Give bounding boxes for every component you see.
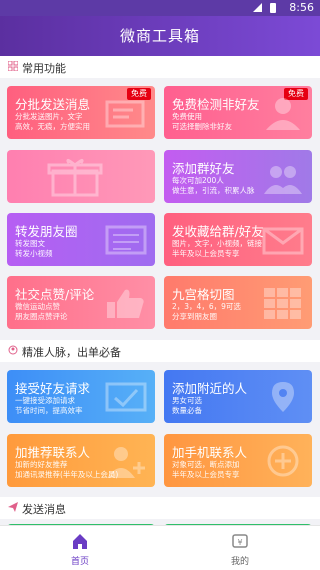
- card-title: 加手机联系人: [172, 445, 248, 460]
- section-precise-contacts: 精准人脉，出单必备: [0, 340, 320, 362]
- wallet-icon: ¥: [232, 534, 248, 548]
- bottom-navigation: 首页 ¥ 我的: [0, 525, 320, 570]
- gift-icon: [47, 158, 103, 197]
- nav-mine-label: 我的: [230, 557, 249, 567]
- card-subtitle: 图片，文字，小视频，链接 半年及以上会员专享: [172, 239, 262, 258]
- card-subtitle: 转发图文 转发小视频: [15, 239, 53, 258]
- card-subtitle: 男女可选 数量必备: [172, 396, 202, 415]
- card-subtitle: 一键接受添加请求 节省时间，提高效率: [15, 396, 83, 415]
- card-social-like[interactable]: 社交点赞/评论 微信运动点赞 朋友圈点赞评论: [7, 276, 155, 329]
- card-title: 发收藏给群/好友: [172, 224, 264, 239]
- grid-icon: [8, 61, 18, 71]
- card-add-nearby[interactable]: 添加附近的人 男女可选 数量必备: [164, 370, 312, 423]
- main-content[interactable]: 常用功能 免费 分批发送消息 分批发送图片，文字 高效，无痕，方便实用 免费 免…: [0, 56, 320, 525]
- card-batch-send[interactable]: 免费 分批发送消息 分批发送图片，文字 高效，无痕，方便实用: [7, 86, 155, 139]
- section-label: 精准人脉，出单必备: [22, 346, 121, 359]
- card-subtitle: 2，3，4，6，9可选 分享到朋友圈: [172, 302, 241, 321]
- status-time: 8:56: [289, 1, 314, 14]
- card-nine-grid[interactable]: 九宫格切图 2，3，4，6，9可选 分享到朋友圈: [164, 276, 312, 329]
- card-send-favorites[interactable]: 发收藏给群/好友 图片，文字，小视频，链接 半年及以上会员专享: [164, 213, 312, 266]
- card-add-phone-contacts[interactable]: 加手机联系人 对象可选，断点添加 半年及以上会员专享: [164, 434, 312, 487]
- card-title: 分批发送消息: [15, 97, 91, 112]
- home-icon: [73, 534, 87, 549]
- section-label: 发送消息: [22, 503, 66, 516]
- card-gift[interactable]: [7, 150, 155, 203]
- card-subtitle: 加新的好友推荐 加通讯录推荐(半年及以上会员): [15, 460, 119, 479]
- card-subtitle: 每次可加200人 做生意，引流，积累人脉: [172, 176, 255, 195]
- card-title: 转发朋友圈: [15, 224, 78, 239]
- svg-text:¥: ¥: [237, 538, 242, 547]
- section-common-functions: 常用功能: [0, 56, 320, 78]
- card-title: 接受好友请求: [15, 381, 91, 396]
- card-add-recommended[interactable]: 加推荐联系人 加新的好友推荐 加通讯录推荐(半年及以上会员): [7, 434, 155, 487]
- card-title: 九宫格切图: [172, 287, 235, 302]
- page-title: 微商工具箱: [119, 27, 200, 45]
- card-subtitle: 免费使用 可选择删除非好友: [172, 112, 232, 131]
- status-bar: 8:56: [0, 0, 320, 16]
- card-title: 加推荐联系人: [15, 445, 91, 460]
- card-forward-moments[interactable]: 转发朋友圈 转发图文 转发小视频: [7, 213, 155, 266]
- section-label: 常用功能: [22, 62, 66, 75]
- send-icon: [8, 502, 18, 512]
- card-subtitle: 对象可选，断点添加 半年及以上会员专享: [172, 460, 240, 479]
- card-subtitle: 分批发送图片，文字 高效，无痕，方便实用: [15, 112, 90, 131]
- nav-mine[interactable]: ¥ 我的: [160, 526, 320, 570]
- card-title: 社交点赞/评论: [15, 287, 95, 302]
- card-title: 免费检测非好友: [172, 97, 260, 112]
- card-accept-requests[interactable]: 接受好友请求 一键接受添加请求 节省时间，提高效率: [7, 370, 155, 423]
- card-detect-non-friend[interactable]: 免费 免费检测非好友 免费使用 可选择删除非好友: [164, 86, 312, 139]
- contacts-icon: [8, 345, 18, 355]
- card-title: 添加群好友: [172, 161, 235, 176]
- nav-home-label: 首页: [70, 557, 89, 567]
- nav-home[interactable]: 首页: [0, 526, 160, 570]
- card-title: 添加附近的人: [172, 381, 248, 396]
- signal-icon: [253, 3, 262, 12]
- section-send-messages: 发送消息: [0, 497, 320, 519]
- battery-icon: [270, 3, 276, 13]
- card-add-group-friends[interactable]: 添加群好友 每次可加200人 做生意，引流，积累人脉: [164, 150, 312, 203]
- app-header: 微商工具箱: [0, 16, 320, 56]
- card-subtitle: 微信运动点赞 朋友圈点赞评论: [15, 302, 68, 321]
